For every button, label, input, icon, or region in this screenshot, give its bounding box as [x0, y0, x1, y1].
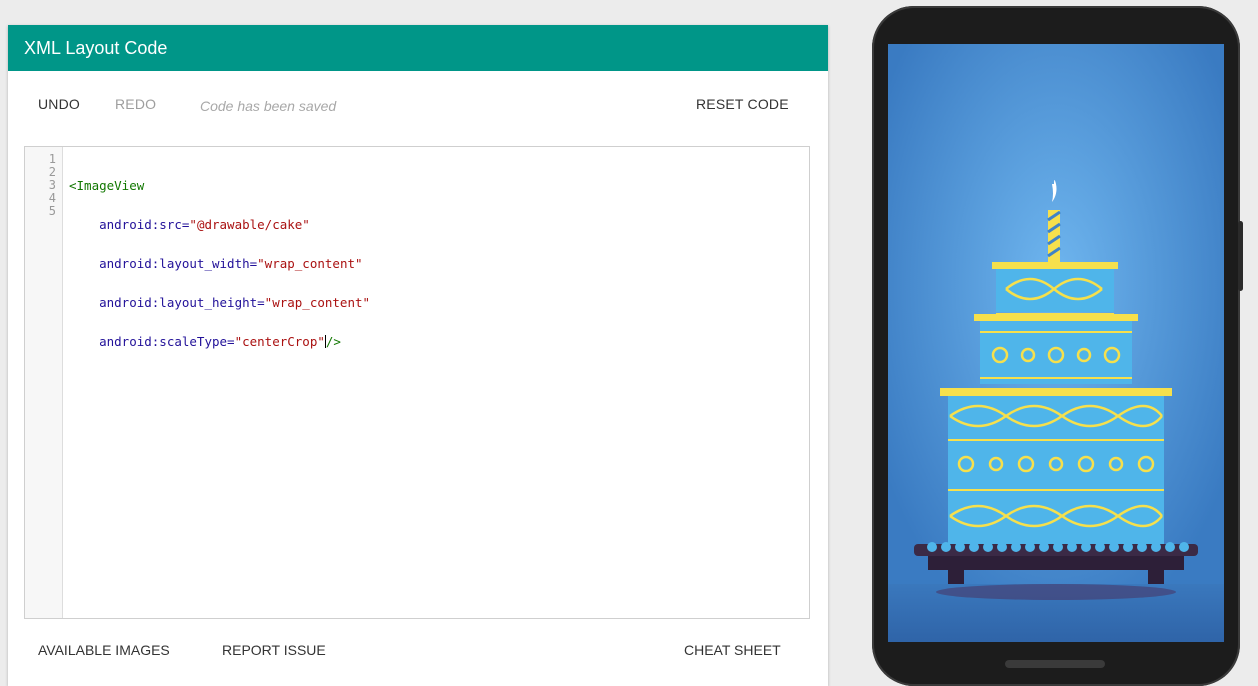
save-status: Code has been saved: [200, 98, 337, 114]
birthday-cake-icon: [888, 44, 1224, 642]
code-line: android:scaleType="centerCrop"/>: [69, 335, 809, 348]
line-number: 4: [48, 191, 56, 205]
code-tag-close: />: [325, 334, 341, 349]
line-number: 3: [48, 178, 56, 192]
xml-layout-panel: XML Layout Code UNDO REDO Code has been …: [8, 25, 828, 686]
code-value: "wrap_content": [257, 256, 363, 271]
phone-preview: [872, 6, 1243, 686]
line-number: 5: [48, 204, 56, 218]
code-editor[interactable]: 1 2 3 4 5 <ImageView android:src="@drawa…: [24, 146, 810, 619]
code-attribute: android:layout_height=: [69, 295, 265, 310]
report-issue-button[interactable]: REPORT ISSUE: [222, 642, 326, 658]
code-line: <ImageView: [69, 179, 809, 192]
code-text[interactable]: <ImageView android:src="@drawable/cake" …: [69, 153, 809, 374]
editor-toolbar: UNDO REDO Code has been saved RESET CODE: [8, 96, 828, 120]
line-number-gutter: 1 2 3 4 5: [25, 147, 63, 618]
code-attribute: android:layout_width=: [69, 256, 258, 271]
code-value: "wrap_content": [264, 295, 371, 310]
code-attribute: android:src=: [69, 217, 190, 232]
code-value: "@drawable/cake": [189, 217, 310, 232]
redo-button[interactable]: REDO: [115, 96, 156, 112]
code-attribute: android:scaleType=: [69, 334, 235, 349]
undo-button[interactable]: UNDO: [38, 96, 80, 112]
phone-side-button: [1238, 221, 1243, 291]
cheat-sheet-button[interactable]: CHEAT SHEET: [684, 642, 781, 658]
code-line: android:src="@drawable/cake": [69, 218, 809, 231]
code-line: android:layout_width="wrap_content": [69, 257, 809, 270]
editor-footer: AVAILABLE IMAGES REPORT ISSUE CHEAT SHEE…: [8, 642, 828, 666]
reset-code-button[interactable]: RESET CODE: [696, 96, 789, 112]
code-value: "centerCrop": [234, 334, 325, 349]
phone-screen: [888, 44, 1224, 642]
line-number: 1: [48, 152, 56, 166]
line-number: 2: [48, 165, 56, 179]
available-images-button[interactable]: AVAILABLE IMAGES: [38, 642, 170, 658]
phone-speaker: [1005, 660, 1105, 668]
panel-title: XML Layout Code: [8, 25, 828, 71]
code-tag: <ImageView: [69, 178, 145, 193]
code-line: android:layout_height="wrap_content": [69, 296, 809, 309]
